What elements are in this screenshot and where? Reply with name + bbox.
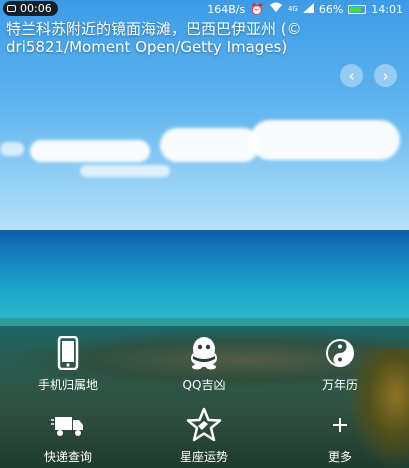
tool-label: 快递查询	[43, 450, 92, 464]
signal-icon	[302, 2, 314, 16]
tool-phone-location[interactable]: 手机归属地	[0, 326, 136, 396]
status-icons: 164B/s ⏰ 4G 66% 14:01	[207, 2, 403, 16]
tool-qq-fortune[interactable]: QQ吉凶	[136, 326, 272, 396]
next-image-button[interactable]: ›	[374, 64, 397, 87]
delivery-truck-icon	[51, 408, 85, 442]
tools-grid: 手机归属地 QQ吉凶 万年历 快递查询 星座运势 更多	[0, 326, 409, 468]
phone-icon	[57, 336, 79, 370]
status-clock: 14:01	[371, 2, 403, 16]
tool-label: 万年历	[321, 378, 358, 392]
cloud	[250, 120, 400, 160]
tool-horoscope[interactable]: 星座运势	[136, 398, 272, 468]
network-type: 4G	[287, 5, 298, 13]
qq-penguin-icon	[187, 336, 221, 370]
screen-record-icon	[7, 5, 16, 12]
status-bar: 00:06 164B/s ⏰ 4G 66% 14:01	[0, 0, 409, 18]
cloud	[30, 140, 150, 162]
battery-percent: 66%	[318, 2, 344, 16]
tool-label: QQ吉凶	[182, 378, 226, 392]
cloud	[80, 165, 170, 177]
plus-icon	[332, 408, 348, 442]
status-time-chip: 00:06	[3, 1, 58, 16]
status-time: 00:06	[20, 2, 52, 15]
previous-image-button[interactable]: ‹	[340, 64, 363, 87]
cloud	[0, 142, 24, 156]
yin-yang-icon	[325, 336, 355, 370]
wifi-icon	[269, 2, 283, 16]
tool-label: 更多	[327, 450, 352, 464]
cloud	[160, 128, 260, 162]
photo-caption: 特兰科苏附近的镜面海滩，巴西巴伊亚州 (© dri5821/Moment Ope…	[6, 20, 302, 56]
star-icon	[186, 407, 222, 442]
tool-label: 星座运势	[179, 450, 228, 464]
alarm-icon: ⏰	[250, 2, 264, 16]
network-speed: 164B/s	[207, 2, 246, 16]
battery-icon	[348, 4, 367, 14]
chevron-left-icon: ‹	[348, 66, 355, 85]
tool-calendar[interactable]: 万年历	[272, 326, 408, 396]
tool-label: 手机归属地	[37, 378, 98, 392]
sea	[0, 230, 409, 330]
tool-more[interactable]: 更多	[272, 398, 408, 468]
chevron-right-icon: ›	[382, 66, 389, 85]
tool-express-tracking[interactable]: 快递查询	[0, 398, 136, 468]
